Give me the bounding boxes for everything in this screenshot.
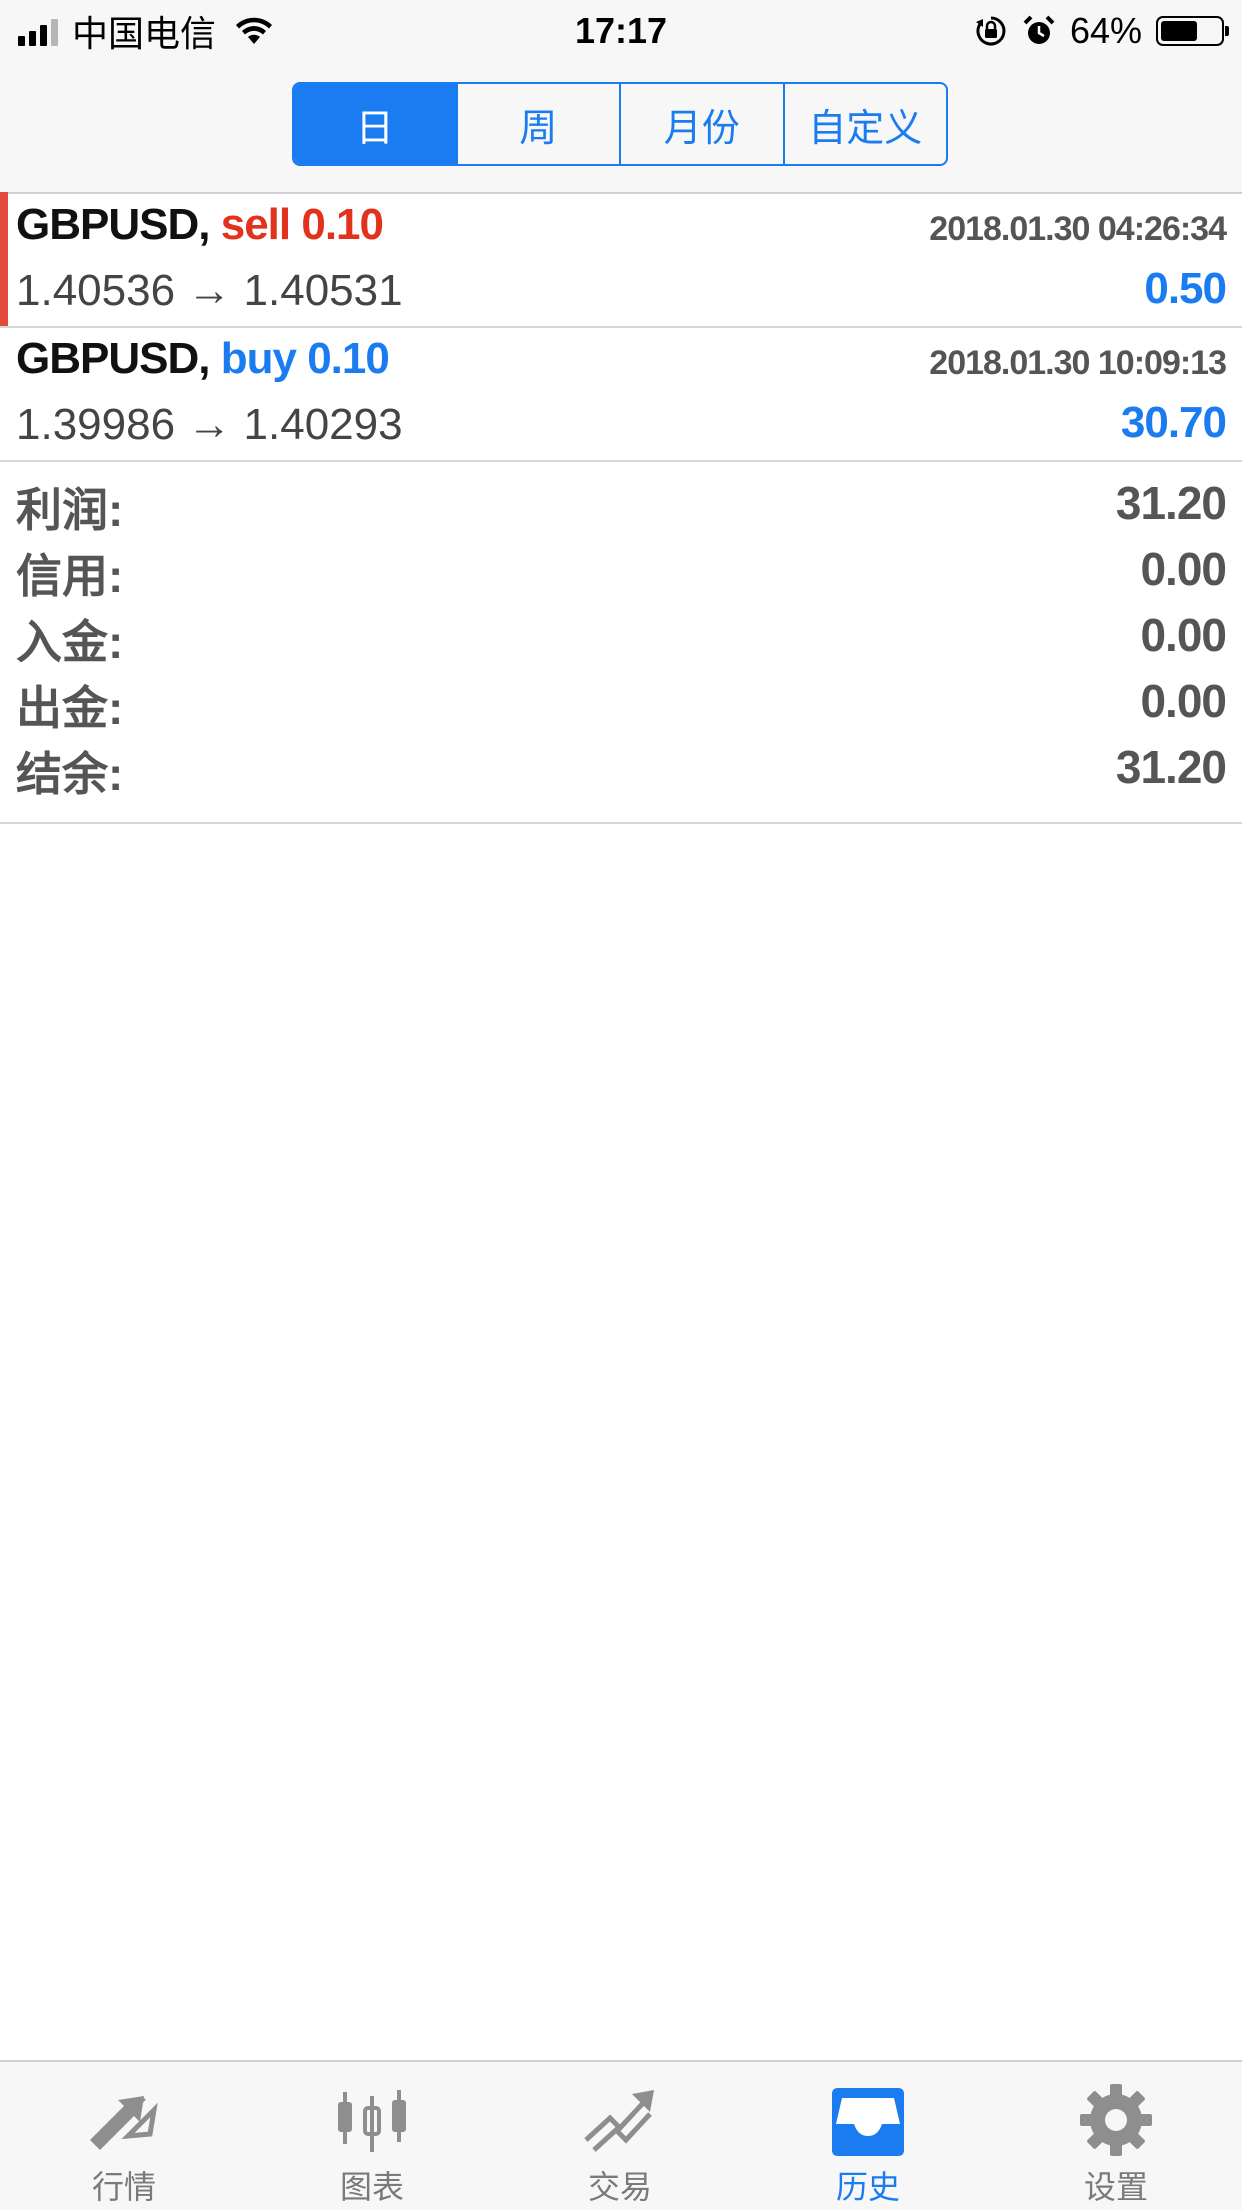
tab-label: 图表 bbox=[339, 2169, 404, 2205]
deal-open-price: 1.40536 bbox=[16, 266, 176, 315]
tab-history[interactable]: 历史 bbox=[744, 2062, 992, 2210]
tab-quotes[interactable]: 行情 bbox=[0, 2062, 248, 2210]
status-bar: 中国电信 17:17 64% bbox=[0, 0, 1242, 62]
tab-label: 历史 bbox=[835, 2169, 900, 2205]
summary-row-profit: 利润: 31.20 bbox=[0, 464, 1242, 536]
gear-icon bbox=[1080, 2084, 1152, 2156]
arrow-icon: → bbox=[187, 266, 232, 315]
summary-row-deposit: 入金: 0.00 bbox=[0, 596, 1242, 668]
arrow-icon: → bbox=[187, 400, 232, 449]
deal-volume: 0.10 bbox=[301, 200, 384, 249]
summary-row-credit: 信用: 0.00 bbox=[0, 530, 1242, 602]
deal-title: GBPUSD, buy 0.10 bbox=[16, 334, 390, 384]
summary-value: 31.20 bbox=[1115, 741, 1227, 793]
summary-value: 0.00 bbox=[1140, 609, 1227, 661]
period-tab-week[interactable]: 周 bbox=[455, 84, 620, 164]
trade-trend-icon bbox=[584, 2090, 654, 2152]
tab-charts[interactable]: 图表 bbox=[248, 2062, 496, 2210]
summary-value: 0.00 bbox=[1140, 543, 1227, 595]
tab-label: 交易 bbox=[587, 2169, 652, 2205]
deal-time: 2018.01.30 10:09:13 bbox=[929, 344, 1227, 382]
battery-icon bbox=[1156, 16, 1229, 46]
deal-row[interactable]: GBPUSD, sell 0.10 2018.01.30 04:26:34 1.… bbox=[0, 192, 1242, 328]
quotes-arrows-icon bbox=[90, 2096, 158, 2150]
deal-row[interactable]: GBPUSD, buy 0.10 2018.01.30 10:09:13 1.3… bbox=[0, 326, 1242, 462]
period-tab-day[interactable]: 日 bbox=[294, 84, 456, 164]
tab-label: 设置 bbox=[1083, 2169, 1148, 2205]
period-tab-month[interactable]: 月份 bbox=[619, 84, 783, 164]
deal-profit: 0.50 bbox=[1144, 264, 1227, 313]
tab-label: 行情 bbox=[91, 2169, 156, 2205]
battery-level bbox=[1161, 21, 1197, 41]
alarm-clock-icon bbox=[1023, 15, 1055, 44]
summary-row-withdrawal: 出金: 0.00 bbox=[0, 662, 1242, 734]
deal-prices: 1.40536 → 1.40531 bbox=[16, 266, 403, 316]
deal-title: GBPUSD, sell 0.10 bbox=[16, 200, 384, 250]
deal-prices: 1.39986 → 1.40293 bbox=[16, 400, 403, 450]
summary-value: 31.20 bbox=[1115, 477, 1227, 529]
tab-settings[interactable]: 设置 bbox=[992, 2062, 1240, 2210]
summary-value: 0.00 bbox=[1140, 675, 1227, 727]
period-segmented-control: 日 周 月份 自定义 bbox=[292, 82, 948, 166]
orientation-lock-icon bbox=[975, 16, 1006, 46]
deal-symbol: GBPUSD, bbox=[16, 200, 210, 249]
status-right: 64% bbox=[974, 8, 1229, 54]
period-tab-custom[interactable]: 自定义 bbox=[782, 84, 947, 164]
deal-profit: 30.70 bbox=[1120, 398, 1227, 447]
battery-percent: 64% bbox=[1069, 10, 1142, 51]
deal-type: buy bbox=[220, 334, 297, 383]
summary-label: 结余: bbox=[16, 748, 124, 800]
deal-close-price: 1.40531 bbox=[243, 266, 403, 315]
history-header: 日 周 月份 自定义 bbox=[0, 62, 1242, 194]
account-summary: 利润: 31.20 信用: 0.00 入金: 0.00 出金: 0.00 结余:… bbox=[0, 464, 1242, 824]
deal-volume: 0.10 bbox=[307, 334, 390, 383]
selected-row-marker bbox=[0, 192, 8, 326]
deal-symbol: GBPUSD, bbox=[16, 334, 210, 383]
deal-open-price: 1.39986 bbox=[16, 400, 176, 449]
bottom-tab-bar: 行情 图表 交易 历史 设置 bbox=[0, 2060, 1242, 2210]
deal-type: sell bbox=[220, 200, 291, 249]
tab-trade[interactable]: 交易 bbox=[496, 2062, 744, 2210]
history-inbox-icon bbox=[832, 2088, 904, 2156]
summary-row-balance: 结余: 31.20 bbox=[0, 728, 1242, 800]
deal-time: 2018.01.30 04:26:34 bbox=[929, 210, 1227, 248]
candlestick-chart-icon bbox=[338, 2090, 406, 2152]
deal-close-price: 1.40293 bbox=[243, 400, 403, 449]
